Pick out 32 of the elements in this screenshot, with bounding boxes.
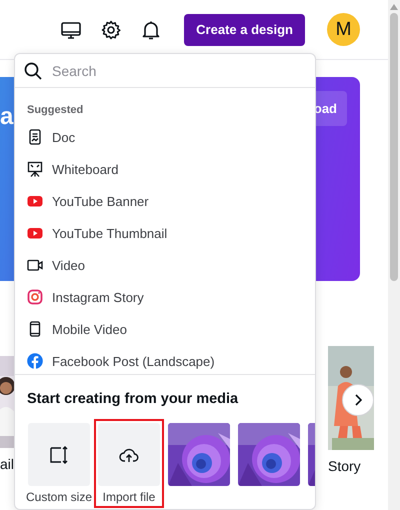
menu-item[interactable]: Instagram Story	[15, 281, 315, 313]
custom-size-tile[interactable]	[28, 423, 90, 486]
scrollbar[interactable]	[388, 0, 400, 510]
video-camera-icon	[27, 257, 43, 273]
menu-item[interactable]: Whiteboard	[15, 153, 315, 185]
scroll-up-icon	[390, 4, 398, 10]
import-file-tile[interactable]	[98, 423, 160, 486]
section-heading: Suggested	[26, 103, 84, 118]
design-label: Story	[328, 458, 361, 474]
easel-icon	[27, 161, 43, 177]
create-design-button[interactable]: Create a design	[184, 14, 305, 46]
chevron-right-icon	[354, 394, 362, 406]
search-icon	[24, 62, 42, 80]
phone-icon	[27, 321, 43, 337]
resize-icon	[49, 444, 69, 464]
section-title: Start creating from your media	[26, 390, 240, 408]
avatar[interactable]: M	[327, 13, 360, 46]
play-icon	[27, 193, 43, 209]
menu-item[interactable]: Facebook Post (Landscape)	[15, 345, 315, 374]
design-label: ail	[0, 456, 14, 472]
camera-icon	[27, 289, 43, 305]
tile-label: Import file	[102, 490, 156, 504]
play-icon	[27, 225, 43, 241]
menu-item[interactable]: Video	[15, 249, 315, 281]
banner-title: a	[0, 105, 14, 129]
cloud-upload-icon	[119, 446, 139, 462]
menu-item[interactable]: Mobile Video	[15, 313, 315, 345]
menu-item[interactable]: YouTube Banner	[15, 185, 315, 217]
tile-label: Custom size	[26, 490, 92, 504]
menu-item[interactable]: YouTube Thumbnail	[15, 217, 315, 249]
facebook-icon	[27, 353, 43, 369]
document-icon	[27, 129, 43, 145]
